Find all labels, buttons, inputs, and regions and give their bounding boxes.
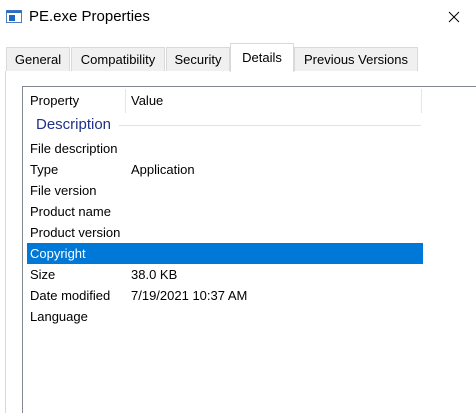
list-item[interactable]: Type Application xyxy=(27,159,423,180)
list-item[interactable]: Language xyxy=(27,306,423,327)
title-bar: PE.exe Properties xyxy=(0,0,476,34)
column-header-property[interactable]: Property xyxy=(30,91,79,111)
property-name: File description xyxy=(30,141,118,156)
group-divider xyxy=(119,125,421,126)
list-item[interactable]: File description xyxy=(27,138,423,159)
window-title: PE.exe Properties xyxy=(29,8,150,25)
property-name: Product version xyxy=(30,225,121,240)
list-item[interactable]: File version xyxy=(27,180,423,201)
list-item[interactable]: Product name xyxy=(27,201,423,222)
property-name: Type xyxy=(30,162,59,177)
close-icon[interactable] xyxy=(436,2,472,32)
list-item[interactable]: Size 38.0 KB xyxy=(27,264,423,285)
property-name: Product name xyxy=(30,204,111,219)
property-value: 38.0 KB xyxy=(131,267,178,282)
group-header-description: Description xyxy=(36,116,112,133)
tab-details[interactable]: Details xyxy=(230,43,294,72)
property-name: Size xyxy=(30,267,56,282)
property-name: Copyright xyxy=(30,246,86,261)
list-item-selected[interactable]: Copyright xyxy=(27,243,423,264)
column-separator[interactable] xyxy=(125,89,126,113)
list-item[interactable]: Date modified 7/19/2021 10:37 AM xyxy=(27,285,423,306)
property-value: Application xyxy=(131,162,195,177)
property-name: Language xyxy=(30,309,88,324)
column-separator[interactable] xyxy=(421,89,422,113)
property-name: Date modified xyxy=(30,288,111,303)
tab-general[interactable]: General xyxy=(6,47,70,71)
column-header-value[interactable]: Value xyxy=(131,91,163,111)
property-value: 7/19/2021 10:37 AM xyxy=(131,288,248,303)
tab-security[interactable]: Security xyxy=(166,47,230,71)
property-name: File version xyxy=(30,183,97,198)
list-item[interactable]: Product version xyxy=(27,222,423,243)
application-window-icon xyxy=(6,10,22,23)
tab-previous-versions[interactable]: Previous Versions xyxy=(294,47,418,71)
tab-compatibility[interactable]: Compatibility xyxy=(71,47,165,71)
